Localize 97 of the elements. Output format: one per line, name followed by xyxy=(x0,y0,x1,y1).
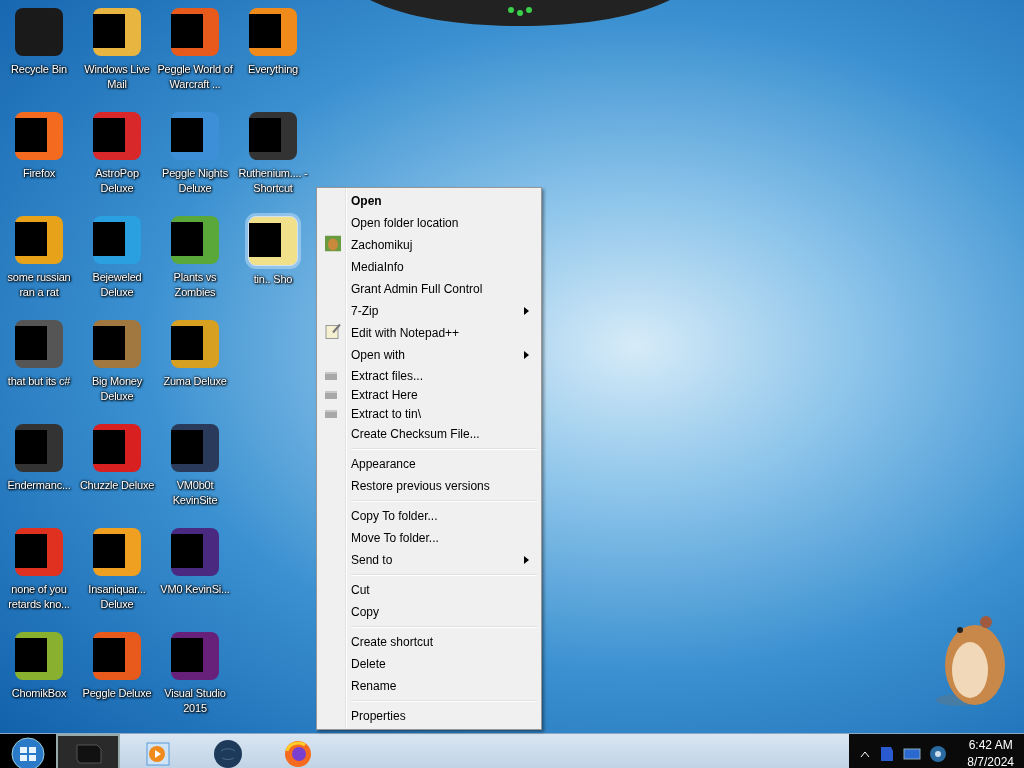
redaction-block xyxy=(249,118,281,152)
app-icon[interactable] xyxy=(15,112,63,160)
icon-label: some russian ran a rat xyxy=(6,270,72,300)
icon-label: Big Money Deluxe xyxy=(90,374,144,404)
redaction-block xyxy=(171,534,203,568)
menu-item[interactable]: Copy To folder... xyxy=(319,505,539,527)
menu-item[interactable]: Appearance xyxy=(319,453,539,475)
redaction-block xyxy=(93,638,125,672)
taskbar-button[interactable] xyxy=(56,734,120,768)
menu-item[interactable]: Cut xyxy=(319,579,539,601)
redaction-block xyxy=(93,430,125,464)
icon-label: Plants vs Zombies xyxy=(172,270,218,300)
redaction-block xyxy=(93,326,125,360)
icon-label: Windows Live Mail xyxy=(83,62,151,92)
app-icon[interactable] xyxy=(248,216,298,266)
start-button[interactable] xyxy=(0,734,56,768)
icon-label: Everything xyxy=(247,62,299,77)
play-icon xyxy=(145,741,171,767)
hamster-picture-icon xyxy=(325,235,341,252)
menu-item[interactable]: Grant Admin Full Control xyxy=(319,278,539,300)
redaction-block xyxy=(15,534,47,568)
menu-item[interactable]: 7-Zip xyxy=(319,300,539,322)
icon-label: Insaniquar... Deluxe xyxy=(87,582,147,612)
app-icon[interactable] xyxy=(93,8,141,56)
menu-item[interactable]: Extract Here xyxy=(319,385,539,404)
clock-time: 6:42 AM xyxy=(968,737,1013,754)
menu-item[interactable]: Open with xyxy=(319,344,539,366)
menu-item[interactable]: Edit with Notepad++ xyxy=(319,322,539,344)
redaction-block xyxy=(15,222,47,256)
menu-item[interactable]: Move To folder... xyxy=(319,527,539,549)
redaction-block xyxy=(93,14,125,48)
notepad-icon xyxy=(325,323,341,340)
redaction-block xyxy=(171,430,203,464)
redaction-block xyxy=(15,638,47,672)
icon-label: ChomikBox xyxy=(10,686,68,701)
menu-item[interactable]: Rename xyxy=(319,675,539,697)
icon-label: that but its c# xyxy=(6,374,72,389)
app-icon[interactable] xyxy=(171,112,219,160)
menu-item[interactable]: MediaInfo xyxy=(319,256,539,278)
icon-label: Peggle Deluxe xyxy=(81,686,153,701)
redaction-block xyxy=(93,222,125,256)
redaction-block xyxy=(171,118,203,152)
redaction-block xyxy=(249,223,281,257)
redaction-block xyxy=(171,638,203,672)
icon-label: Recycle Bin xyxy=(10,62,68,77)
icon-label: VM0b0t KevinSite xyxy=(171,478,219,508)
icon-label: none of you retards kno... xyxy=(7,582,71,612)
redaction-block xyxy=(171,222,203,256)
firefox-icon xyxy=(283,739,313,768)
menu-item[interactable]: Restore previous versions xyxy=(319,475,539,497)
menu-item[interactable]: Extract files... xyxy=(319,366,539,385)
archive-icon xyxy=(325,390,337,399)
icon-label: Peggle Nights Deluxe xyxy=(161,166,229,196)
menu-item[interactable]: Create Checksum File... xyxy=(319,423,539,445)
redaction-block xyxy=(93,118,125,152)
menu-item[interactable]: Send to xyxy=(319,549,539,571)
icon-label: Bejeweled Deluxe xyxy=(91,270,143,300)
redaction-block xyxy=(171,326,203,360)
globe-icon xyxy=(213,739,243,768)
menu-item[interactable]: Copy xyxy=(319,601,539,623)
menu-item[interactable]: Properties xyxy=(319,705,539,727)
archive-icon xyxy=(325,409,337,418)
menu-item[interactable]: Open xyxy=(319,190,539,212)
redaction-block xyxy=(171,14,203,48)
app-icon[interactable] xyxy=(15,632,63,680)
app-icon[interactable] xyxy=(249,8,297,56)
icon-label: VM0 KevinSi... xyxy=(159,582,231,597)
menu-item[interactable]: Create shortcut xyxy=(319,631,539,653)
icon-label: Chuzzle Deluxe xyxy=(78,478,156,493)
app-icon[interactable] xyxy=(171,320,219,368)
app-icon[interactable] xyxy=(15,216,63,264)
icon-label: Peggle World of Warcraft ... xyxy=(156,62,234,92)
redaction-block xyxy=(93,534,125,568)
windows-orb-icon xyxy=(11,737,45,768)
icon-label: Endermanc... xyxy=(6,478,72,493)
icon-label: Visual Studio 2015 xyxy=(163,686,227,716)
icon-label: Zuma Deluxe xyxy=(162,374,228,389)
clock-date: 8/7/2024 xyxy=(967,754,1014,768)
archive-icon xyxy=(325,371,337,380)
chevron-up-icon[interactable] xyxy=(859,749,872,759)
icon-label: tin.. Sho xyxy=(252,272,294,287)
menu-item[interactable]: Zachomikuj xyxy=(319,234,539,256)
redaction-block xyxy=(15,326,47,360)
icon-label: AstroPop Deluxe xyxy=(94,166,140,196)
icon-label: Ruthenium.... - Shortcut xyxy=(237,166,309,196)
menu-item[interactable]: Delete xyxy=(319,653,539,675)
app-icon[interactable] xyxy=(171,216,219,264)
app-icon[interactable] xyxy=(93,528,141,576)
redaction-block xyxy=(15,118,47,152)
monitor-icon[interactable] xyxy=(903,747,922,761)
monitor-icon xyxy=(73,741,103,767)
app-icon[interactable] xyxy=(93,216,141,264)
menu-item[interactable]: Open folder location xyxy=(319,212,539,234)
menu-item[interactable]: Extract to tin\ xyxy=(319,404,539,423)
icon-label: Firefox xyxy=(21,166,57,181)
redaction-block xyxy=(15,430,47,464)
redaction-block xyxy=(249,14,281,48)
